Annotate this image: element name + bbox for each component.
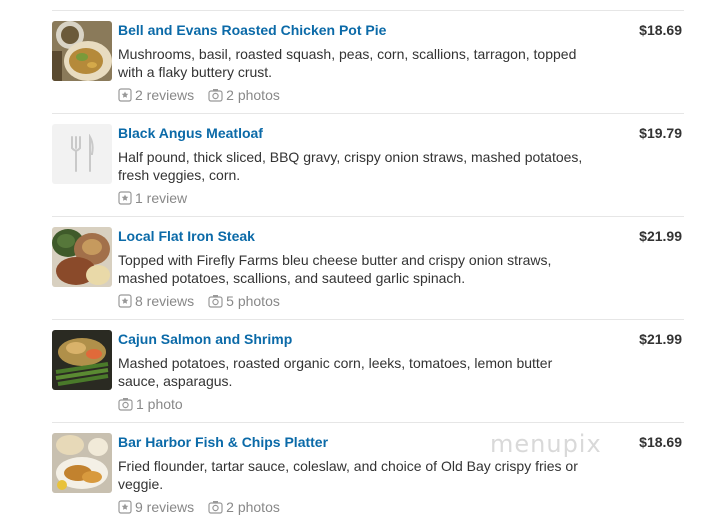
- photos-link[interactable]: 5 photos: [208, 292, 280, 310]
- item-meta: 1 photo: [118, 395, 588, 413]
- item-description: Half pound, thick sliced, BBQ gravy, cri…: [118, 149, 583, 183]
- menu-item: Bell and Evans Roasted Chicken Pot Pie M…: [52, 11, 684, 114]
- item-name-link[interactable]: Cajun Salmon and Shrimp: [118, 331, 588, 348]
- star-icon: [118, 500, 132, 514]
- reviews-link[interactable]: 8 reviews: [118, 292, 194, 310]
- item-price: $19.79: [639, 125, 682, 141]
- item-price: $21.99: [639, 331, 682, 347]
- item-meta: 9 reviews 2 photos: [118, 498, 588, 516]
- reviews-link[interactable]: 2 reviews: [118, 86, 194, 104]
- photos-count: 2 photos: [226, 87, 280, 103]
- photos-link[interactable]: 2 photos: [208, 498, 280, 516]
- item-description: Fried flounder, tartar sauce, coleslaw, …: [118, 458, 578, 492]
- photos-count: 2 photos: [226, 499, 280, 515]
- photos-count: 5 photos: [226, 293, 280, 309]
- item-price: $18.69: [639, 434, 682, 450]
- item-meta: 1 review: [118, 189, 588, 207]
- fork-knife-icon: [71, 134, 94, 172]
- item-price: $18.69: [639, 22, 682, 38]
- camera-icon: [208, 89, 223, 102]
- item-description: Mushrooms, basil, roasted squash, peas, …: [118, 46, 577, 80]
- menu-item: Bar Harbor Fish & Chips Platter Fried fl…: [52, 423, 684, 526]
- item-description: Mashed potatoes, roasted organic corn, l…: [118, 355, 553, 389]
- item-meta: 2 reviews 2 photos: [118, 86, 588, 104]
- menu-item: Cajun Salmon and Shrimp Mashed potatoes,…: [52, 320, 684, 423]
- item-description: Topped with Firefly Farms bleu cheese bu…: [118, 252, 552, 286]
- camera-icon: [208, 295, 223, 308]
- item-name-link[interactable]: Bell and Evans Roasted Chicken Pot Pie: [118, 22, 588, 39]
- item-meta: 8 reviews 5 photos: [118, 292, 588, 310]
- item-photo[interactable]: [52, 433, 112, 493]
- reviews-count: 8 reviews: [135, 293, 195, 309]
- reviews-count: 2 reviews: [135, 87, 195, 103]
- reviews-count: 1 review: [135, 190, 188, 206]
- menu-list: Bell and Evans Roasted Chicken Pot Pie M…: [52, 10, 684, 526]
- item-photo[interactable]: [52, 330, 112, 390]
- item-name-link[interactable]: Bar Harbor Fish & Chips Platter: [118, 434, 588, 451]
- photos-link[interactable]: 1 photo: [118, 395, 183, 413]
- item-name-link[interactable]: Local Flat Iron Steak: [118, 228, 588, 245]
- star-icon: [118, 294, 132, 308]
- reviews-count: 9 reviews: [135, 499, 195, 515]
- menu-item: Black Angus Meatloaf Half pound, thick s…: [52, 114, 684, 217]
- star-icon: [118, 191, 132, 205]
- photos-count: 1 photo: [136, 396, 183, 412]
- item-price: $21.99: [639, 228, 682, 244]
- item-photo[interactable]: [52, 21, 112, 81]
- camera-icon: [118, 398, 133, 411]
- item-photo[interactable]: [52, 227, 112, 287]
- item-name-link[interactable]: Black Angus Meatloaf: [118, 125, 588, 142]
- reviews-link[interactable]: 9 reviews: [118, 498, 194, 516]
- reviews-link[interactable]: 1 review: [118, 189, 187, 207]
- item-photo-placeholder: [52, 124, 112, 184]
- menu-item: Local Flat Iron Steak Topped with Firefl…: [52, 217, 684, 320]
- camera-icon: [208, 501, 223, 514]
- star-icon: [118, 88, 132, 102]
- photos-link[interactable]: 2 photos: [208, 86, 280, 104]
